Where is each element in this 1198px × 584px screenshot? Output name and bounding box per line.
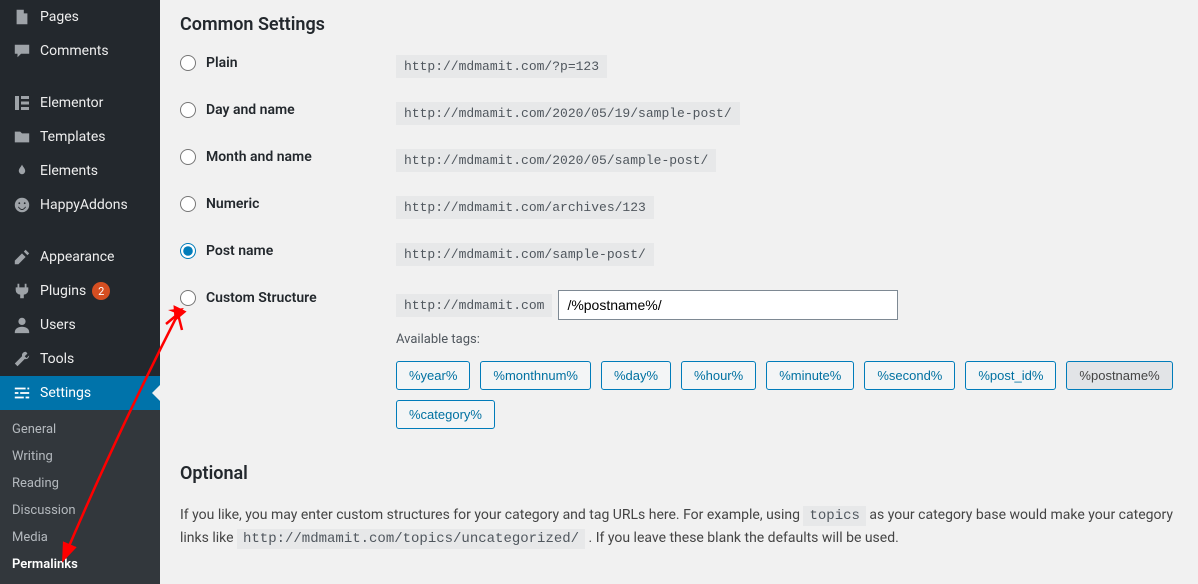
radio-dayname[interactable]: Day and name (180, 102, 396, 118)
radio-label: Month and name (206, 149, 312, 165)
radio-input-custom[interactable] (180, 290, 196, 306)
sidebar-item-pages[interactable]: Pages (0, 0, 160, 34)
sidebar-item-label: Comments (40, 43, 109, 59)
permalink-option-plain: Plain http://mdmamit.com/?p=123 (180, 55, 1178, 78)
radio-numeric[interactable]: Numeric (180, 196, 396, 212)
available-tags: %year% %monthnum% %day% %hour% %minute% %seco… (396, 361, 1178, 429)
sidebar-item-label: Tools (40, 351, 74, 367)
radio-input-monthname[interactable] (180, 149, 196, 165)
sidebar-item-plugins[interactable]: Plugins 2 (0, 274, 160, 308)
sidebar-item-label: Pages (40, 9, 79, 25)
tag-button[interactable]: %post_id% (965, 361, 1056, 390)
sidebar-item-appearance[interactable]: Appearance (0, 240, 160, 274)
custom-structure-input[interactable] (558, 290, 898, 320)
elements-icon (12, 161, 32, 181)
custom-prefix: http://mdmamit.com (396, 294, 552, 317)
main-content: Common Settings Plain http://mdmamit.com… (160, 0, 1198, 581)
tools-icon (12, 349, 32, 369)
tag-button[interactable]: %year% (396, 361, 470, 390)
plugins-icon (12, 281, 32, 301)
plugin-update-badge: 2 (92, 282, 110, 300)
radio-label: Day and name (206, 102, 295, 118)
radio-input-dayname[interactable] (180, 102, 196, 118)
example-url: http://mdmamit.com/?p=123 (396, 55, 607, 78)
tag-button[interactable]: %day% (601, 361, 671, 390)
sidebar-item-happyaddons[interactable]: HappyAddons (0, 188, 160, 222)
example-url: http://mdmamit.com/2020/05/sample-post/ (396, 149, 716, 172)
tag-button[interactable]: %category% (396, 400, 495, 429)
optional-help-text: If you like, you may enter custom struct… (180, 504, 1178, 551)
section-title-optional: Optional (180, 463, 1178, 484)
available-tags-label: Available tags: (396, 332, 1178, 347)
example-url: http://mdmamit.com/sample-post/ (396, 243, 654, 266)
example-url: http://mdmamit.com/archives/123 (396, 196, 654, 219)
sidebar-item-label: HappyAddons (40, 197, 128, 213)
pages-icon (12, 7, 32, 27)
sidebar-item-settings[interactable]: Settings (0, 376, 160, 410)
tag-button[interactable]: %minute% (766, 361, 854, 390)
permalink-option-monthname: Month and name http://mdmamit.com/2020/0… (180, 149, 1178, 172)
help-code-topics: topics (803, 506, 865, 526)
appearance-icon (12, 247, 32, 267)
radio-input-postname[interactable] (180, 243, 196, 259)
tag-button[interactable]: %postname% (1066, 361, 1172, 390)
tag-button[interactable]: %hour% (681, 361, 756, 390)
settings-icon (12, 383, 32, 403)
sidebar-item-label: Elements (40, 163, 98, 179)
radio-label: Numeric (206, 196, 259, 212)
permalink-option-numeric: Numeric http://mdmamit.com/archives/123 (180, 196, 1178, 219)
settings-submenu: General Writing Reading Discussion Media… (0, 410, 160, 584)
radio-label: Plain (206, 55, 238, 71)
sidebar-item-comments[interactable]: Comments (0, 34, 160, 68)
sidebar-item-label: Plugins (40, 283, 86, 299)
subitem-media[interactable]: Media (0, 524, 160, 551)
radio-label: Post name (206, 243, 273, 259)
admin-sidebar: Pages Comments Elementor Templates Eleme… (0, 0, 160, 581)
users-icon (12, 315, 32, 335)
sidebar-item-templates[interactable]: Templates (0, 120, 160, 154)
subitem-discussion[interactable]: Discussion (0, 497, 160, 524)
tag-button[interactable]: %second% (864, 361, 955, 390)
example-url: http://mdmamit.com/2020/05/19/sample-pos… (396, 102, 740, 125)
sidebar-item-tools[interactable]: Tools (0, 342, 160, 376)
sidebar-item-label: Templates (40, 129, 106, 145)
permalink-option-dayname: Day and name http://mdmamit.com/2020/05/… (180, 102, 1178, 125)
sidebar-item-elements[interactable]: Elements (0, 154, 160, 188)
tag-button[interactable]: %monthnum% (480, 361, 591, 390)
sidebar-item-elementor[interactable]: Elementor (0, 86, 160, 120)
sidebar-item-label: Appearance (40, 249, 114, 265)
subitem-permalinks[interactable]: Permalinks (0, 551, 160, 578)
subitem-general[interactable]: General (0, 416, 160, 443)
subitem-writing[interactable]: Writing (0, 443, 160, 470)
radio-input-plain[interactable] (180, 55, 196, 71)
templates-icon (12, 127, 32, 147)
radio-label: Custom Structure (206, 290, 317, 306)
comments-icon (12, 41, 32, 61)
help-code-url: http://mdmamit.com/topics/uncategorized/ (237, 529, 585, 549)
sidebar-item-users[interactable]: Users (0, 308, 160, 342)
section-title-common: Common Settings (180, 14, 1178, 35)
sidebar-item-label: Users (40, 317, 76, 333)
happyaddons-icon (12, 195, 32, 215)
radio-custom[interactable]: Custom Structure (180, 290, 396, 306)
radio-postname[interactable]: Post name (180, 243, 396, 259)
sidebar-item-label: Elementor (40, 95, 103, 111)
radio-monthname[interactable]: Month and name (180, 149, 396, 165)
radio-plain[interactable]: Plain (180, 55, 396, 71)
elementor-icon (12, 93, 32, 113)
radio-input-numeric[interactable] (180, 196, 196, 212)
permalink-option-custom: Custom Structure http://mdmamit.com Avai… (180, 290, 1178, 429)
permalink-option-postname: Post name http://mdmamit.com/sample-post… (180, 243, 1178, 266)
sidebar-item-label: Settings (40, 385, 91, 401)
subitem-reading[interactable]: Reading (0, 470, 160, 497)
